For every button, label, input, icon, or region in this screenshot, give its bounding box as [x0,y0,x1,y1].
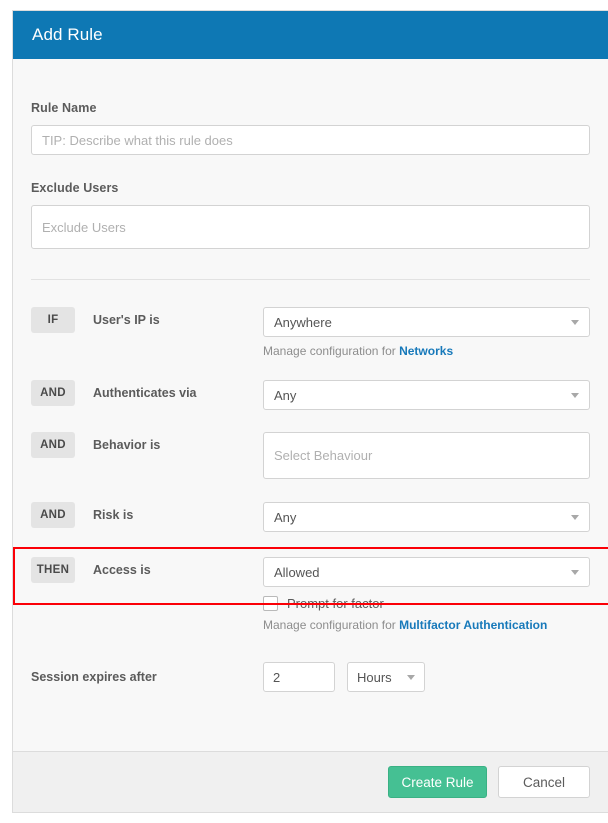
user-ip-hint: Manage configuration for Networks [263,344,590,358]
prompt-for-factor-row: Prompt for factor [263,596,590,611]
condition-label-user-ip: User's IP is [93,307,263,333]
behavior-placeholder: Select Behaviour [274,448,372,463]
exclude-users-label: Exclude Users [31,181,590,195]
condition-control-access: Allowed Prompt for factor Manage configu… [263,557,590,632]
user-ip-select[interactable]: Anywhere [263,307,590,337]
user-ip-select-value: Anywhere [274,315,332,330]
access-select[interactable]: Allowed [263,557,590,587]
exclude-users-input[interactable] [31,205,590,249]
access-select-value: Allowed [274,565,320,580]
condition-label-risk: Risk is [93,502,263,528]
create-rule-button[interactable]: Create Rule [388,766,487,798]
prompt-for-factor-checkbox[interactable] [263,596,278,611]
authenticates-via-select-value: Any [274,388,296,403]
multifactor-authentication-link[interactable]: Multifactor Authentication [399,618,547,632]
chevron-down-icon [407,675,415,680]
user-ip-hint-text: Manage configuration for [263,344,399,358]
session-expiry-value-input[interactable] [263,662,335,692]
condition-row-user-ip: IF User's IP is Anywhere Manage configur… [13,307,608,358]
condition-badge-and-risk: AND [31,502,75,528]
chevron-down-icon [571,570,579,575]
access-hint: Manage configuration for Multifactor Aut… [263,618,590,632]
chevron-down-icon [571,393,579,398]
authenticates-via-select[interactable]: Any [263,380,590,410]
risk-select[interactable]: Any [263,502,590,532]
condition-badge-then: THEN [31,557,75,583]
session-expiry-unit-value: Hours [357,670,392,685]
condition-label-behavior: Behavior is [93,432,263,458]
condition-label-authenticates-via: Authenticates via [93,380,263,406]
condition-control-risk: Any [263,502,590,532]
chevron-down-icon [571,515,579,520]
rule-name-input[interactable] [31,125,590,155]
section-divider [31,279,590,280]
dialog-header: Add Rule [13,11,608,59]
condition-control-behavior: Select Behaviour [263,432,590,479]
dialog-body: Rule Name Exclude Users IF User's IP is … [13,59,608,753]
behavior-input[interactable]: Select Behaviour [263,432,590,479]
networks-link[interactable]: Networks [399,344,453,358]
cancel-button[interactable]: Cancel [498,766,590,798]
dialog-title: Add Rule [32,25,103,45]
rule-name-label: Rule Name [31,101,590,115]
condition-row-behavior: AND Behavior is Select Behaviour [13,432,608,479]
session-expiry-label: Session expires after [31,670,263,684]
condition-label-access: Access is [93,557,263,583]
chevron-down-icon [571,320,579,325]
condition-row-access: THEN Access is Allowed Prompt for factor… [13,557,608,632]
access-hint-text: Manage configuration for [263,618,399,632]
session-expiry-row: Session expires after Hours [13,662,608,692]
condition-row-risk: AND Risk is Any [13,502,608,532]
risk-select-value: Any [274,510,296,525]
condition-control-authenticates-via: Any [263,380,590,410]
add-rule-dialog: Add Rule Rule Name Exclude Users IF User… [12,10,608,813]
condition-badge-and-auth: AND [31,380,75,406]
prompt-for-factor-label: Prompt for factor [287,596,384,611]
condition-control-user-ip: Anywhere Manage configuration for Networ… [263,307,590,358]
exclude-users-field-block: Exclude Users [13,155,608,249]
rule-name-field-block: Rule Name [13,59,608,155]
condition-row-authenticates-via: AND Authenticates via Any [13,380,608,410]
condition-badge-and-behavior: AND [31,432,75,458]
session-expiry-unit-select[interactable]: Hours [347,662,425,692]
dialog-footer: Create Rule Cancel [13,751,608,812]
condition-badge-if: IF [31,307,75,333]
